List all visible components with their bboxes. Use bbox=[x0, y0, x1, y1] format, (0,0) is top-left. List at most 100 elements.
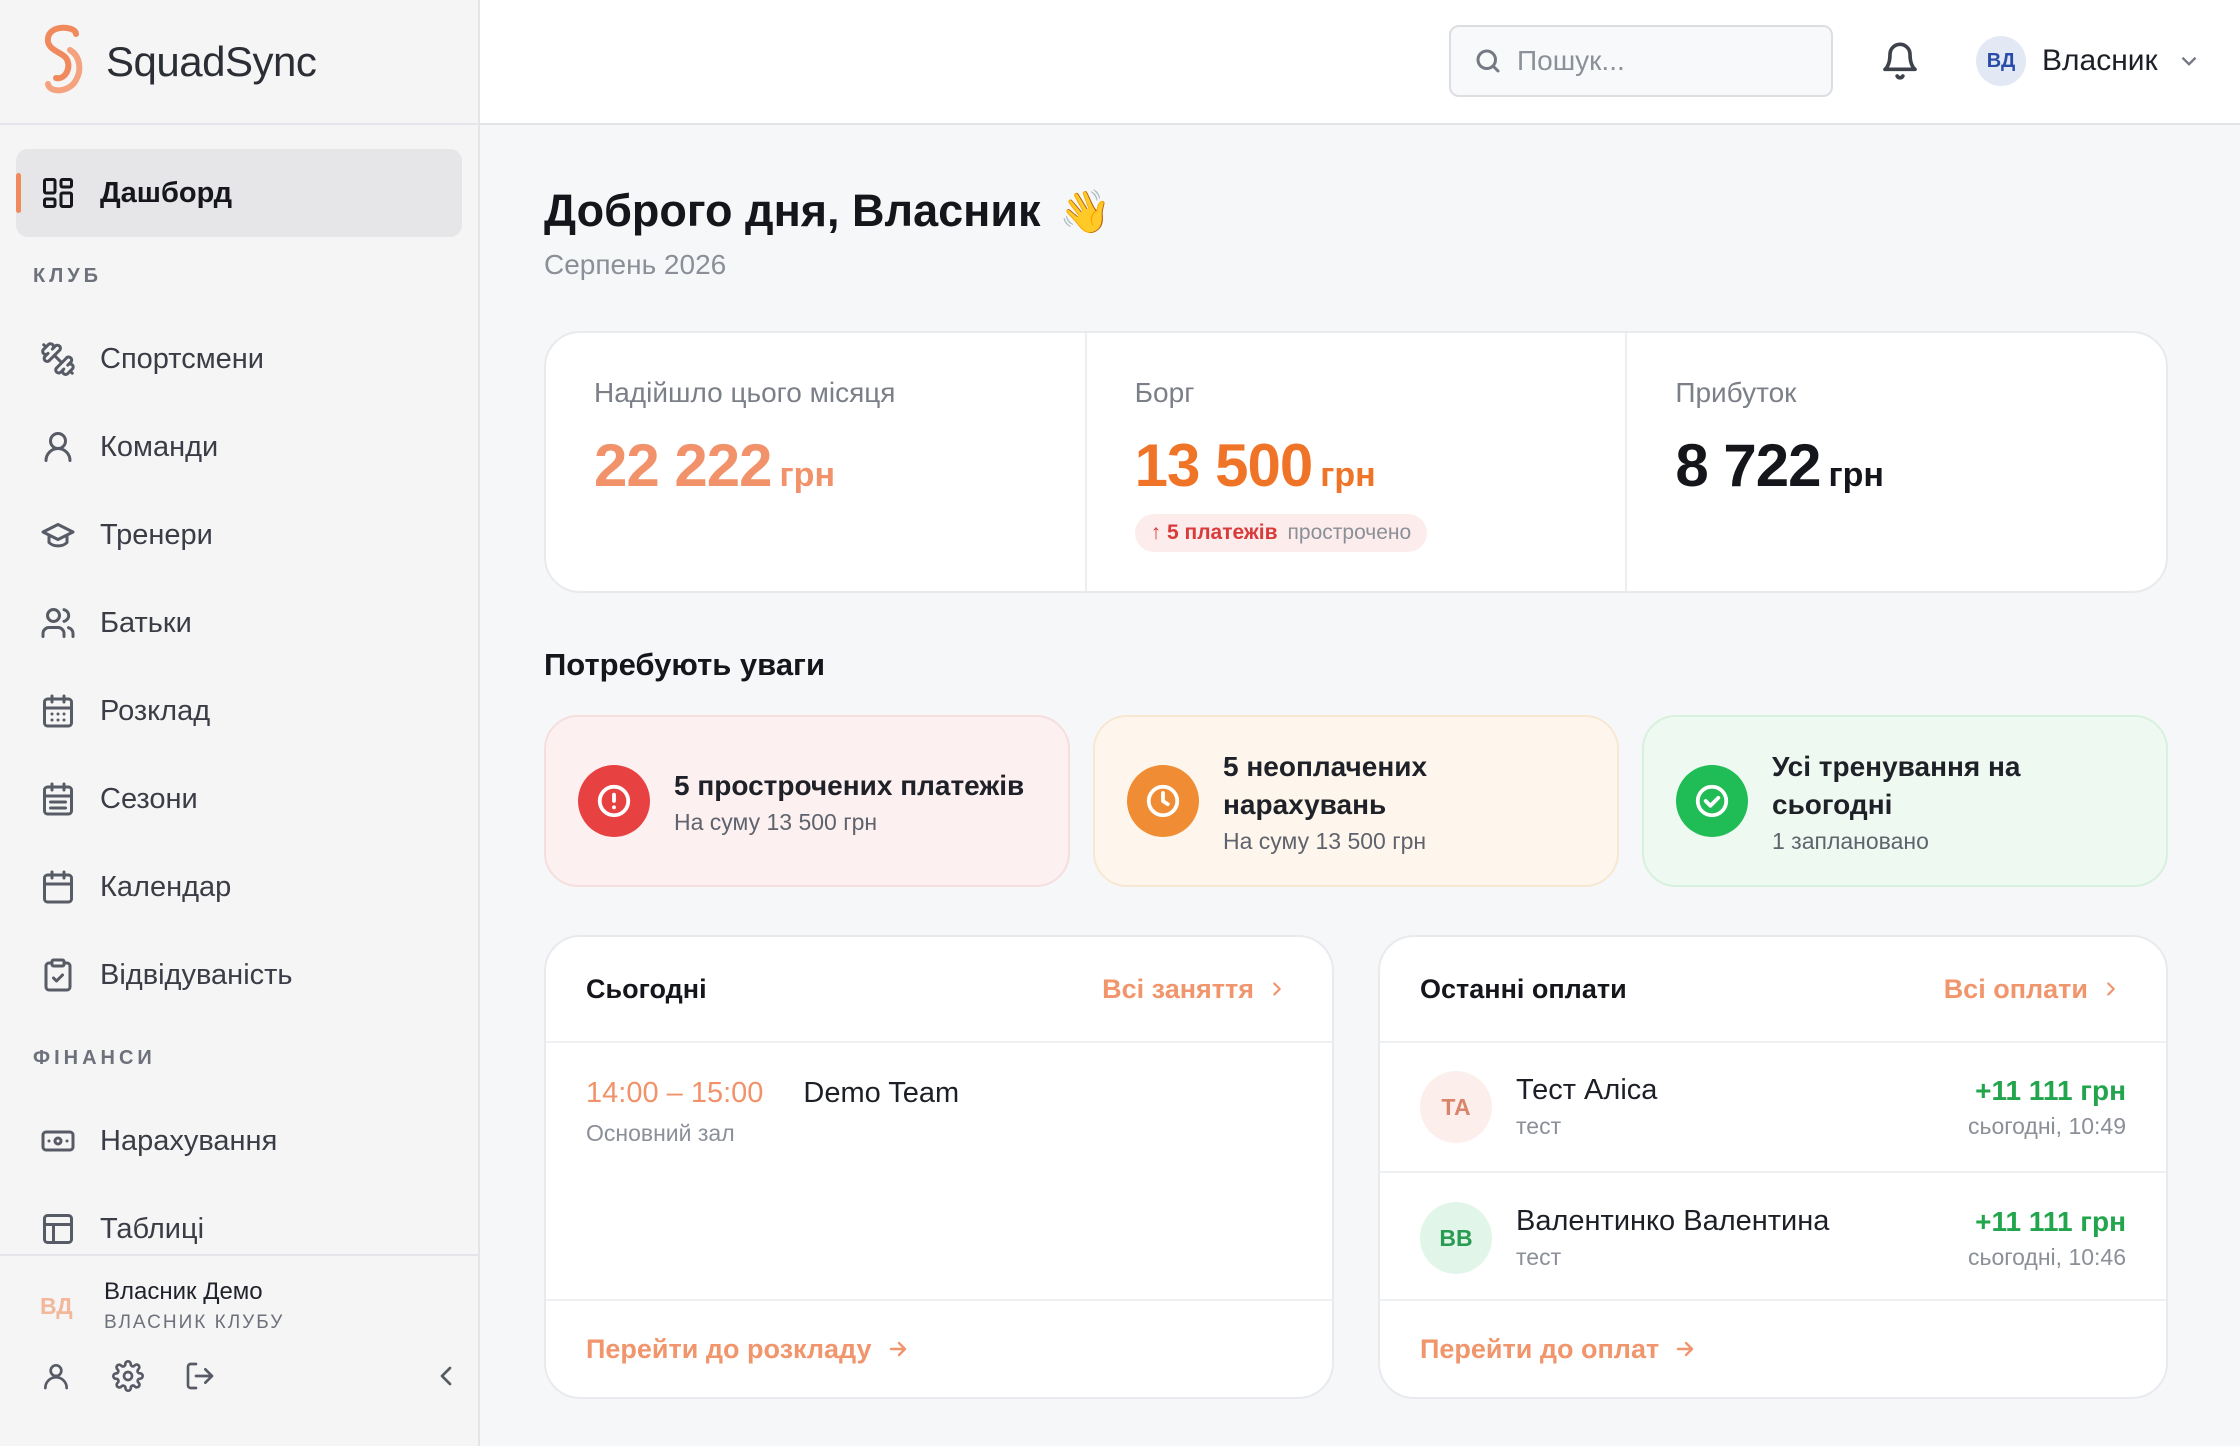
logout-icon[interactable] bbox=[184, 1360, 216, 1392]
chevron-right-icon bbox=[1273, 982, 1281, 996]
sidebar-item-label: Нарахування bbox=[100, 1124, 278, 1157]
sidebar-item-calendar[interactable]: Календар bbox=[16, 843, 462, 931]
sidebar-user[interactable]: ВД Власник Демо ВЛАСНИК КЛУБУ bbox=[0, 1256, 478, 1334]
graduation-cap-icon bbox=[41, 523, 75, 548]
calendar-icon bbox=[43, 870, 73, 904]
user-menu[interactable]: ВД Власник bbox=[1976, 36, 2202, 86]
topbar: ВД Власник bbox=[480, 0, 2240, 125]
search-icon bbox=[1476, 49, 1500, 73]
seasons-icon bbox=[43, 782, 73, 816]
table-icon bbox=[43, 1214, 73, 1244]
sidebar-nav: Дашборд КЛУБ Спортсмени Команди Тренери … bbox=[0, 125, 478, 1273]
sidebar-item-label: Команди bbox=[100, 430, 219, 463]
alert-title: 5 неоплачених нарахувань bbox=[1223, 750, 1428, 820]
chevron-right-icon bbox=[2107, 982, 2115, 996]
all-sessions-link[interactable]: Всі заняття bbox=[1102, 974, 1288, 1005]
team-icon bbox=[44, 432, 72, 462]
sidebar-item-coaches[interactable]: Тренери bbox=[16, 491, 462, 579]
payments-card: Останні оплати Всі оплати ТА Тест Аліса … bbox=[1378, 935, 2168, 1399]
payment-name: Валентинко Валентина bbox=[1516, 1205, 1830, 1237]
sidebar: SquadSync Дашборд КЛУБ Спортсмени Команд… bbox=[0, 0, 480, 1446]
brand[interactable]: SquadSync bbox=[0, 0, 478, 125]
payment-row[interactable]: ВВ Валентинко Валентина тест +11 111 грн… bbox=[1380, 1173, 2166, 1303]
today-card: Сьогодні Всі заняття 14:00 – 15:00 Основ… bbox=[544, 935, 1334, 1399]
avatar: ВВ bbox=[1420, 1202, 1492, 1274]
sidebar-item-seasons[interactable]: Сезони bbox=[16, 755, 462, 843]
stat-profit: Прибуток 8 722 грн bbox=[1627, 333, 2166, 591]
go-to-schedule-link[interactable]: Перейти до розкладу bbox=[586, 1334, 910, 1365]
profile-icon[interactable] bbox=[40, 1360, 72, 1392]
alert-unpaid-charges[interactable]: 5 неоплачених нарахувань На суму 13 500 … bbox=[1093, 715, 1619, 887]
stat-label: Надійшло цього місяця bbox=[594, 377, 896, 408]
alert-circle-icon bbox=[597, 784, 631, 818]
payment-time: сьогодні, 10:49 bbox=[1967, 1112, 2126, 1139]
payment-amount: +11 111 грн bbox=[1975, 1205, 2126, 1237]
avatar: ТА bbox=[1420, 1071, 1492, 1143]
avatar: ВД bbox=[1976, 36, 2026, 86]
alert-title: 5 прострочених платежів bbox=[674, 769, 1025, 801]
stat-value: 8 722 грн bbox=[1675, 432, 1884, 499]
payment-note: тест bbox=[1516, 1244, 1562, 1270]
alert-title: Усі тренування на сьогодні bbox=[1772, 750, 2021, 820]
dashboard-icon bbox=[43, 178, 73, 208]
card-title: Останні оплати bbox=[1420, 973, 1627, 1004]
dumbbell-icon bbox=[41, 342, 75, 376]
stat-income: Надійшло цього місяця 22 222 грн bbox=[546, 333, 1087, 591]
arrow-right-icon bbox=[889, 1341, 906, 1357]
stat-value: 22 222 грн bbox=[594, 432, 835, 499]
sidebar-user-name: Власник Демо bbox=[104, 1278, 263, 1305]
session-item[interactable]: 14:00 – 15:00 Основний зал Demo Team bbox=[546, 1043, 1332, 1147]
sidebar-footer: ВД Власник Демо ВЛАСНИК КЛУБУ bbox=[0, 1254, 478, 1446]
greeting-text: Доброго дня, Власник bbox=[544, 185, 1041, 236]
attention-title: Потребують уваги bbox=[544, 647, 826, 682]
card-title: Сьогодні bbox=[586, 973, 707, 1004]
stats-panel: Надійшло цього місяця 22 222 грн Борг 13 … bbox=[544, 331, 2168, 593]
sidebar-item-athletes[interactable]: Спортсмени bbox=[16, 315, 462, 403]
sidebar-item-dashboard[interactable]: Дашборд bbox=[16, 149, 462, 237]
check-circle-icon bbox=[1695, 784, 1729, 818]
alerts-row: 5 прострочених платежів На суму 13 500 г… bbox=[544, 715, 2168, 887]
sidebar-tools bbox=[0, 1334, 478, 1392]
collapse-sidebar-icon[interactable] bbox=[430, 1360, 462, 1392]
current-month: Серпень 2026 bbox=[544, 249, 727, 280]
payment-note: тест bbox=[1516, 1113, 1562, 1139]
brand-name: SquadSync bbox=[106, 37, 317, 85]
stat-label: Борг bbox=[1134, 377, 1195, 408]
search-input[interactable] bbox=[1517, 45, 1817, 77]
sidebar-item-label: Відвідуваність bbox=[100, 958, 293, 991]
sidebar-item-attendance[interactable]: Відвідуваність bbox=[16, 931, 462, 1019]
nav-section-finance: ФІНАНСИ bbox=[33, 1046, 156, 1069]
main-content: Доброго дня, Власник 👋 Серпень 2026 Наді… bbox=[480, 127, 2240, 1446]
parents-icon bbox=[41, 608, 75, 638]
alert-subtitle: 1 заплановано bbox=[1772, 827, 1929, 854]
nav-section-club: КЛУБ bbox=[33, 264, 103, 287]
sidebar-item-charges[interactable]: Нарахування bbox=[16, 1097, 462, 1185]
chevron-down-icon bbox=[2181, 56, 2196, 66]
clock-icon bbox=[1146, 784, 1180, 818]
payment-amount: +11 111 грн bbox=[1975, 1074, 2126, 1106]
stat-label: Прибуток bbox=[1675, 377, 1797, 408]
stat-value: 13 500 грн bbox=[1134, 432, 1376, 499]
sidebar-item-schedule[interactable]: Розклад bbox=[16, 667, 462, 755]
squadsync-logo-icon bbox=[44, 24, 83, 93]
sidebar-item-label: Календар bbox=[100, 870, 232, 903]
gear-icon[interactable] bbox=[112, 1360, 144, 1392]
clipboard-check-icon bbox=[44, 958, 72, 992]
search-box[interactable] bbox=[1449, 25, 1833, 97]
alert-overdue-payments[interactable]: 5 прострочених платежів На суму 13 500 г… bbox=[544, 715, 1070, 887]
sidebar-item-label: Батьки bbox=[100, 606, 192, 639]
arrow-right-icon bbox=[1676, 1341, 1694, 1357]
payment-name: Тест Аліса bbox=[1516, 1074, 1658, 1106]
all-payments-link[interactable]: Всі оплати bbox=[1944, 974, 2122, 1005]
sidebar-item-label: Сезони bbox=[100, 782, 198, 815]
session-place: Основний зал bbox=[586, 1120, 735, 1146]
go-to-payments-link[interactable]: Перейти до оплат bbox=[1420, 1334, 1697, 1365]
banknote-icon bbox=[41, 1130, 75, 1152]
bell-icon[interactable] bbox=[1880, 40, 1920, 82]
sidebar-item-parents[interactable]: Батьки bbox=[16, 579, 462, 667]
payment-row[interactable]: ТА Тест Аліса тест +11 111 грн сьогодні,… bbox=[1380, 1043, 2166, 1173]
alert-subtitle: На суму 13 500 грн bbox=[1223, 827, 1427, 854]
sidebar-item-teams[interactable]: Команди bbox=[16, 403, 462, 491]
alert-trainings-today[interactable]: Усі тренування на сьогодні 1 заплановано bbox=[1642, 715, 2168, 887]
session-time: 14:00 – 15:00 bbox=[586, 1077, 764, 1109]
